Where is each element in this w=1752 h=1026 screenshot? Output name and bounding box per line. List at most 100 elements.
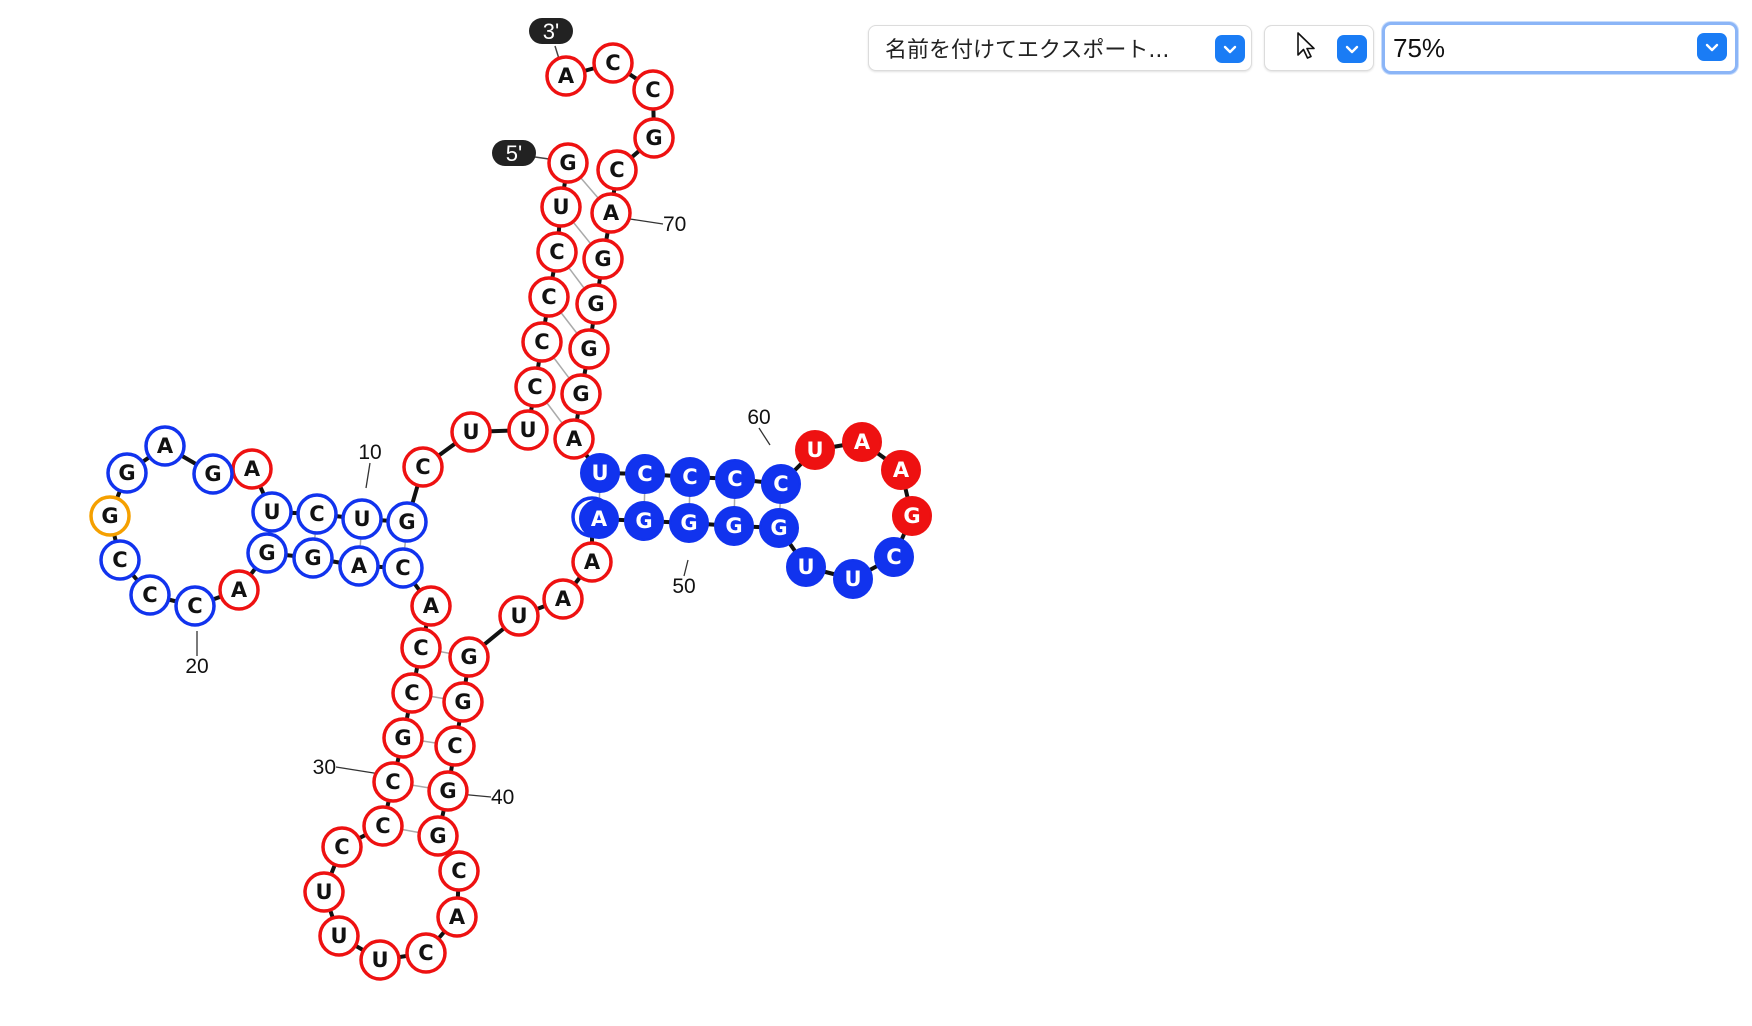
- position-number-label: 30: [313, 756, 336, 779]
- nucleotide: C: [391, 672, 433, 714]
- nucleotide: C: [715, 459, 755, 499]
- nucleotide-base: U: [844, 567, 861, 591]
- nucleotide-base: C: [527, 375, 542, 399]
- nucleotide-base: G: [645, 126, 662, 150]
- nucleotide-base: U: [519, 418, 536, 442]
- nucleotide: U: [251, 491, 293, 533]
- nucleotide-base: G: [118, 461, 135, 485]
- nucleotide: G: [759, 508, 799, 548]
- number-tick: [365, 462, 371, 489]
- nucleotide-base: A: [555, 587, 572, 611]
- nucleotide: U: [341, 498, 383, 540]
- nucleotide-base: A: [566, 427, 583, 451]
- nucleotide: C: [874, 537, 914, 577]
- nucleotide-base: G: [572, 382, 589, 406]
- nucleotide-base: C: [605, 51, 620, 75]
- nucleotide: C: [99, 539, 141, 581]
- nucleotide: G: [417, 815, 459, 857]
- nucleotide-base: G: [454, 690, 471, 714]
- nucleotide-base: C: [334, 835, 349, 859]
- nucleotide: G: [633, 117, 675, 159]
- nucleotide: G: [442, 681, 484, 723]
- nucleotide-base: U: [462, 420, 479, 444]
- nucleotide-base: C: [385, 770, 400, 794]
- nucleotide-base: A: [558, 64, 575, 88]
- nucleotide-base: C: [395, 556, 410, 580]
- nucleotide: G: [582, 238, 624, 280]
- nucleotide-base: U: [263, 500, 280, 524]
- nucleotide-base: A: [351, 554, 368, 578]
- nucleotide: A: [410, 585, 452, 627]
- nucleotide: G: [106, 452, 148, 494]
- nucleotide-base: G: [725, 514, 742, 538]
- nucleotide: G: [547, 142, 589, 184]
- nucleotide-base: A: [591, 507, 608, 531]
- nucleotide: U: [795, 430, 835, 470]
- nucleotide-base: C: [541, 285, 556, 309]
- nucleotide: A: [338, 545, 380, 587]
- nucleotide: C: [670, 457, 710, 497]
- nucleotide-base: C: [187, 594, 202, 618]
- nucleotide: G: [624, 501, 664, 541]
- nucleotide-base: C: [637, 462, 652, 486]
- nucleotide: G: [292, 537, 334, 579]
- nucleotide: G: [386, 501, 428, 543]
- nucleotide: C: [400, 627, 442, 669]
- nucleotide-base: U: [552, 195, 569, 219]
- nucleotide-base: U: [591, 461, 608, 485]
- nucleotide: A: [842, 422, 882, 462]
- nucleotide: G: [246, 532, 288, 574]
- nucleotide-base: A: [423, 594, 440, 618]
- nucleotide: G: [568, 328, 610, 370]
- nucleotide: A: [590, 192, 632, 234]
- nucleotide: C: [362, 805, 404, 847]
- nucleotide-base: C: [451, 859, 466, 883]
- nucleotide-base: C: [773, 472, 788, 496]
- nucleotide-base: G: [429, 824, 446, 848]
- nucleotide: A: [571, 541, 613, 583]
- nucleotide: C: [536, 231, 578, 273]
- nucleotide-base: C: [112, 548, 127, 572]
- nucleotide: C: [592, 42, 634, 84]
- nucleotide-base: U: [510, 604, 527, 628]
- position-number-label: 20: [185, 655, 208, 678]
- nucleotide: C: [514, 366, 556, 408]
- nucleotide: U: [507, 409, 549, 451]
- nucleotide: C: [434, 725, 476, 767]
- nucleotide: G: [382, 717, 424, 759]
- nucleotide-base: U: [330, 924, 347, 948]
- nucleotide-base: U: [371, 948, 388, 972]
- nucleotide: G: [192, 453, 234, 495]
- nucleotide: C: [174, 585, 216, 627]
- nucleotide-base: A: [244, 457, 261, 481]
- backbone: [108, 61, 914, 962]
- nucleotide-base: U: [315, 880, 332, 904]
- three-prime-label: 3': [543, 19, 559, 44]
- nucleotide: C: [321, 826, 363, 868]
- nucleotide-base: C: [645, 78, 660, 102]
- position-number-label: 60: [747, 406, 770, 429]
- nucleotide-base: C: [609, 158, 624, 182]
- nucleotide-base: G: [439, 779, 456, 803]
- nucleotide: C: [296, 493, 338, 535]
- nucleotide-base: G: [304, 546, 321, 570]
- nucleotide-base: C: [682, 465, 697, 489]
- nucleotide: A: [545, 55, 587, 97]
- nucleotide-base: A: [231, 578, 248, 602]
- number-tick: [683, 559, 689, 577]
- nucleotide: U: [786, 547, 826, 587]
- position-number-label: 50: [672, 575, 695, 598]
- five-prime-label: 5': [506, 141, 522, 166]
- nucleotide: C: [528, 276, 570, 318]
- nucleotide-base: G: [594, 247, 611, 271]
- nucleotide: C: [372, 761, 414, 803]
- nucleotide-base: G: [680, 511, 697, 535]
- nucleotide: U: [833, 559, 873, 599]
- nucleotide: A: [881, 450, 921, 490]
- nucleotide-base: C: [727, 467, 742, 491]
- nucleotide: A: [144, 425, 186, 467]
- nucleotide: U: [359, 939, 401, 981]
- nucleotide-base: C: [415, 455, 430, 479]
- nucleotide-base: C: [418, 941, 433, 965]
- nucleotide: A: [553, 418, 595, 460]
